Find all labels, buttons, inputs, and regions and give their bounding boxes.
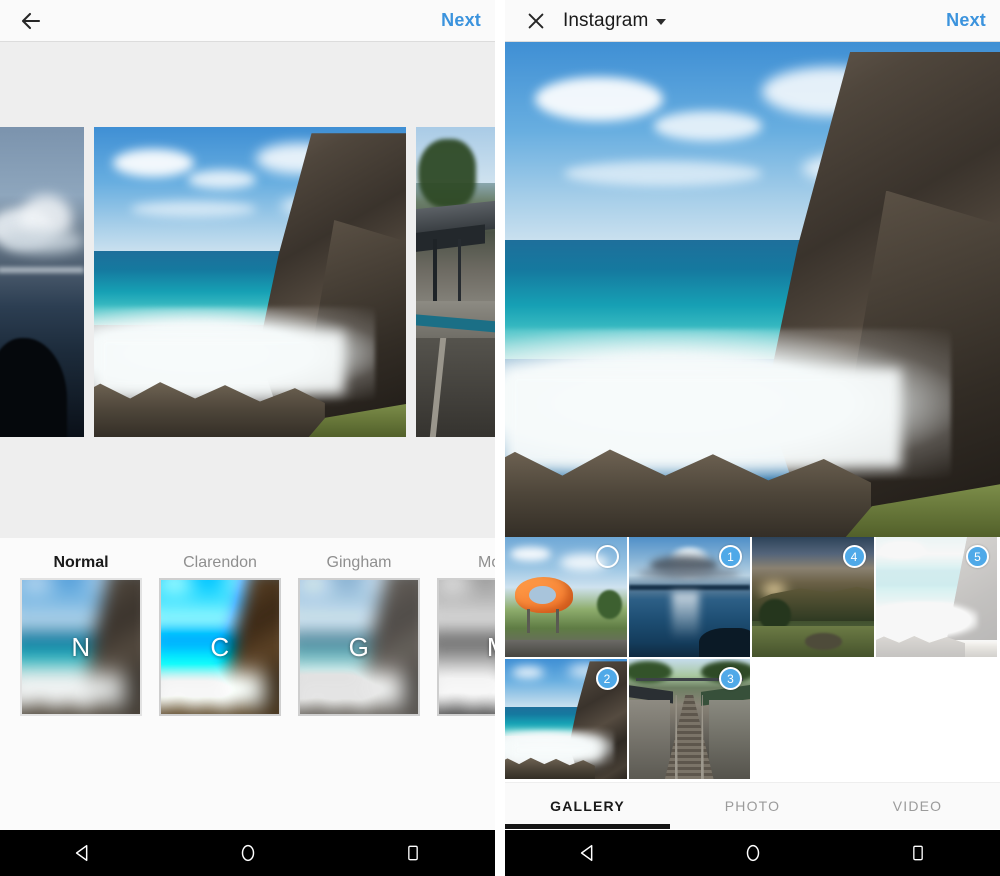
- right-next-button[interactable]: Next: [946, 10, 986, 31]
- gallery-item-golden-hill-coast[interactable]: 4: [752, 537, 874, 657]
- filter-letter-moon: M: [439, 580, 495, 714]
- filter-letter-normal: N: [22, 580, 140, 714]
- filter-item-clarendon[interactable]: Clarendon C: [159, 552, 281, 716]
- gallery-item-cove-turquoise[interactable]: 5: [876, 537, 998, 657]
- left-app-bar: Next: [0, 0, 495, 42]
- panel-divider: [495, 0, 505, 876]
- gallery-item-sunset-lake[interactable]: 1: [629, 537, 751, 657]
- photo-coastal-cliff-surf: [94, 127, 406, 437]
- photo-train-station-platform: [416, 127, 495, 437]
- android-navigation-bar: [0, 830, 495, 876]
- tab-photo[interactable]: PHOTO: [670, 783, 835, 829]
- photo-coastal-cliff-surf: [505, 42, 1000, 537]
- selection-badge[interactable]: 4: [843, 545, 866, 568]
- photo-dark-ocean-clouds: [0, 127, 84, 437]
- filter-label-normal: Normal: [20, 552, 142, 578]
- filter-letter-gingham: G: [300, 580, 418, 714]
- filter-label-clarendon: Clarendon: [159, 552, 281, 578]
- gallery-item-train-tracks[interactable]: 3: [629, 659, 751, 779]
- filter-item-normal[interactable]: Normal N: [20, 552, 142, 716]
- filter-label-moon: Moon: [437, 552, 495, 578]
- screenshot-root: Next: [0, 0, 1000, 876]
- close-icon[interactable]: [519, 4, 553, 38]
- filter-label-gingham: Gingham: [298, 552, 420, 578]
- android-back-button[interactable]: [53, 830, 113, 876]
- android-recents-button[interactable]: [383, 830, 443, 876]
- selection-badge[interactable]: 2: [596, 667, 619, 690]
- filter-item-moon[interactable]: Moon M: [437, 552, 495, 716]
- gallery-item-shrimp-monument[interactable]: [505, 537, 627, 657]
- carousel-slide-next[interactable]: [416, 127, 495, 437]
- android-home-button[interactable]: [218, 830, 278, 876]
- gallery-item-rocky-cove[interactable]: 2: [505, 659, 627, 779]
- selection-badge[interactable]: [596, 545, 619, 568]
- filter-thumb-moon[interactable]: M: [437, 578, 495, 716]
- android-back-button[interactable]: [558, 830, 618, 876]
- android-navigation-bar: [505, 830, 1000, 876]
- gallery-source-tabs[interactable]: GALLERY PHOTO VIDEO: [505, 782, 1000, 829]
- left-next-button[interactable]: Next: [441, 10, 481, 31]
- selection-badge[interactable]: 1: [719, 545, 742, 568]
- left-phone-panel: Next: [0, 0, 495, 876]
- android-home-button[interactable]: [723, 830, 783, 876]
- editor-canvas: [0, 42, 495, 538]
- carousel-slide-current[interactable]: [94, 127, 406, 437]
- chevron-down-icon: [656, 19, 666, 25]
- selection-badge[interactable]: 5: [966, 545, 989, 568]
- album-selector[interactable]: Instagram: [563, 10, 666, 32]
- image-carousel[interactable]: [0, 127, 495, 437]
- tab-video[interactable]: VIDEO: [835, 783, 1000, 829]
- carousel-slide-previous[interactable]: [0, 127, 84, 437]
- gallery-grid[interactable]: 1 4 5: [505, 537, 1000, 782]
- filter-item-gingham[interactable]: Gingham G: [298, 552, 420, 716]
- right-phone-panel: Instagram Next: [505, 0, 1000, 876]
- filter-letter-clarendon: C: [161, 580, 279, 714]
- active-tab-indicator: [505, 824, 670, 829]
- selection-badge[interactable]: 3: [719, 667, 742, 690]
- filter-list[interactable]: Normal N Clarendon C: [0, 552, 495, 716]
- android-recents-button[interactable]: [888, 830, 948, 876]
- tab-gallery[interactable]: GALLERY: [505, 783, 670, 829]
- filter-thumb-normal[interactable]: N: [20, 578, 142, 716]
- gallery-row: 2 3: [505, 659, 1000, 779]
- album-title: Instagram: [563, 10, 648, 32]
- arrow-left-icon[interactable]: [14, 4, 48, 38]
- right-app-bar: Instagram Next: [505, 0, 1000, 42]
- filter-thumb-gingham[interactable]: G: [298, 578, 420, 716]
- filter-thumb-clarendon[interactable]: C: [159, 578, 281, 716]
- selected-photo-preview[interactable]: [505, 42, 1000, 537]
- gallery-row: 1 4 5: [505, 537, 1000, 657]
- filter-strip[interactable]: Normal N Clarendon C: [0, 538, 495, 834]
